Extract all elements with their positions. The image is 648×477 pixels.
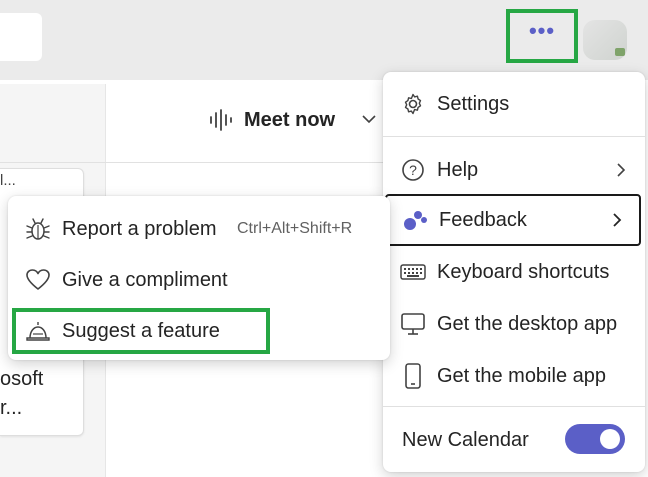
menu-item-label: Get the mobile app	[437, 364, 606, 387]
toggle-knob	[600, 429, 620, 449]
feedback-icon	[401, 206, 429, 234]
card-title-line1: osoft	[0, 368, 44, 390]
menu-item-give-compliment[interactable]: Give a compliment	[24, 264, 228, 296]
feedback-submenu: Report a problem Ctrl+Alt+Shift+R Give a…	[8, 196, 390, 360]
more-options-button[interactable]: •••	[506, 9, 578, 63]
meet-now-button[interactable]: Meet now	[208, 104, 335, 136]
menu-divider	[383, 406, 645, 407]
toolbar-divider	[0, 162, 400, 163]
chevron-down-icon[interactable]	[360, 110, 378, 128]
meet-now-icon	[210, 109, 232, 131]
menu-item-feedback[interactable]: Feedback	[385, 194, 641, 246]
menu-item-label: Settings	[437, 92, 510, 115]
menu-item-label: Give a compliment	[62, 268, 228, 291]
more-options-label: •••	[528, 18, 556, 43]
menu-item-help[interactable]: ? Help	[399, 154, 629, 186]
suggest-feature-highlight	[12, 308, 270, 354]
menu-item-label: Keyboard shortcuts	[437, 260, 610, 283]
gear-icon	[399, 90, 427, 118]
title-bar: •••	[0, 0, 648, 80]
new-calendar-label: New Calendar	[402, 428, 529, 451]
help-icon: ?	[399, 156, 427, 184]
chevron-right-icon	[613, 213, 622, 227]
desktop-icon	[399, 310, 427, 338]
card-title-line2: r...	[0, 397, 23, 419]
mobile-icon	[399, 362, 427, 390]
new-calendar-toggle[interactable]	[565, 424, 625, 454]
card-snippet: l...	[0, 172, 16, 189]
chevron-right-icon	[617, 163, 626, 177]
heart-icon	[24, 266, 52, 294]
menu-item-label: Feedback	[439, 208, 527, 231]
bug-icon	[24, 215, 52, 243]
avatar[interactable]	[583, 20, 627, 60]
menu-item-mobile-app[interactable]: Get the mobile app	[399, 360, 606, 392]
more-options-menu: Settings ? Help Feedback Keyboard shortc…	[383, 72, 645, 472]
menu-item-settings[interactable]: Settings	[399, 88, 509, 120]
shortcut-hint: Ctrl+Alt+Shift+R	[237, 220, 353, 237]
search-input[interactable]	[0, 13, 42, 61]
menu-item-desktop-app[interactable]: Get the desktop app	[399, 308, 617, 340]
meet-now-label: Meet now	[244, 108, 336, 131]
menu-item-label: Report a problem	[62, 217, 217, 240]
menu-item-report-problem[interactable]: Report a problem	[24, 213, 217, 245]
presence-status-icon	[615, 48, 625, 56]
keyboard-icon	[399, 258, 427, 286]
menu-item-label: Help	[437, 158, 479, 181]
menu-divider	[383, 136, 645, 137]
menu-item-label: Get the desktop app	[437, 312, 618, 335]
svg-text:?: ?	[409, 162, 417, 178]
menu-item-keyboard-shortcuts[interactable]: Keyboard shortcuts	[399, 256, 609, 288]
